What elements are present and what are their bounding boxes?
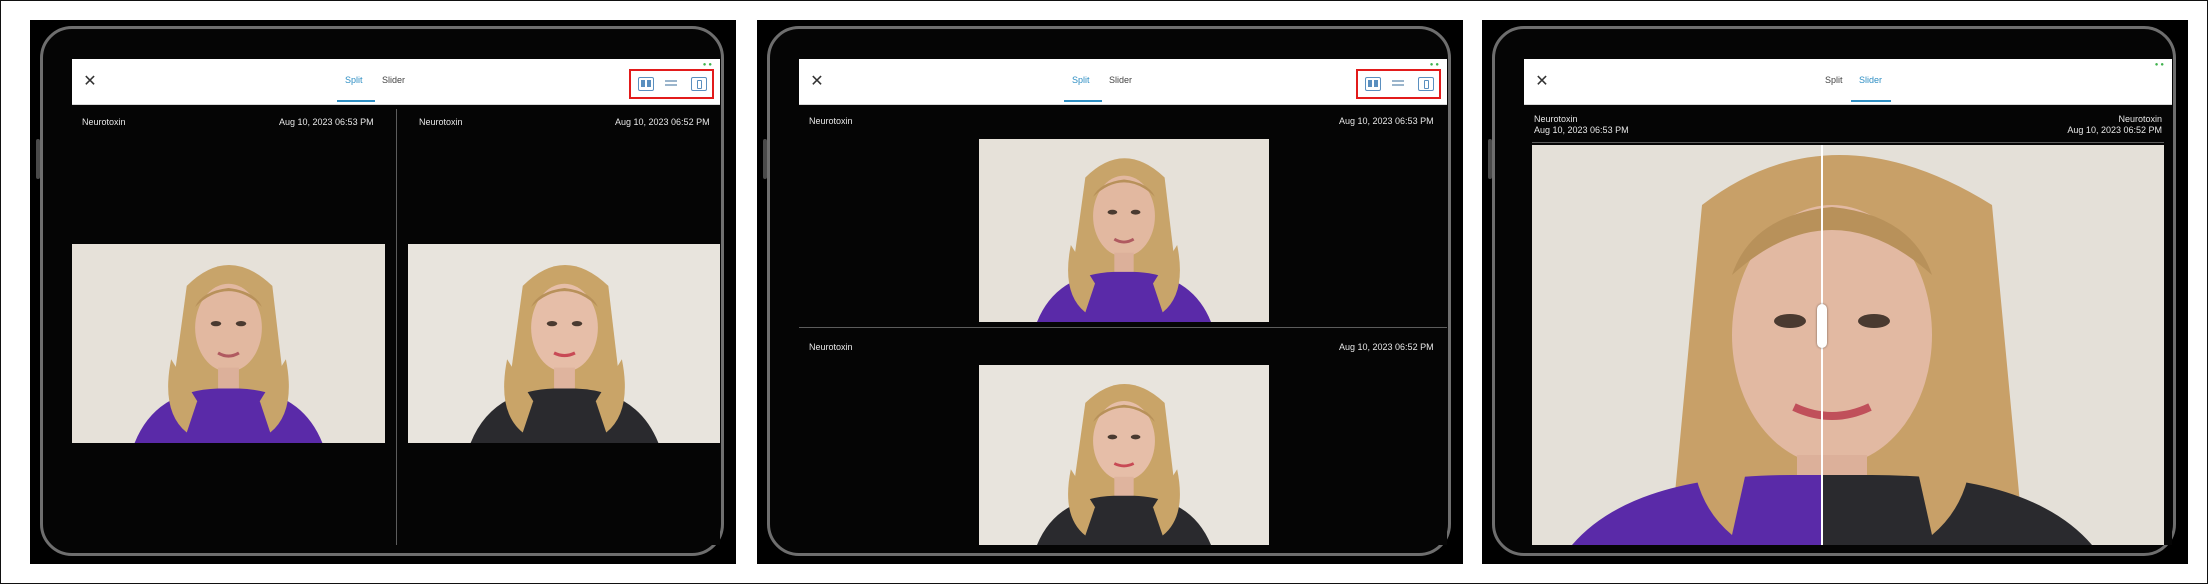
bottom-photo-label: Neurotoxin	[809, 342, 853, 352]
share-icon[interactable]	[1418, 77, 1434, 91]
stacked-layout-icon[interactable]	[1390, 77, 1406, 91]
left-photo-date: Aug 10, 2023 06:53 PM	[1534, 125, 1629, 135]
screenshot-panel-slider: ✕ Split Slider ●● Neurotoxin Aug 10, 202…	[1482, 20, 2188, 564]
stacked-layout-icon[interactable]	[663, 77, 679, 91]
screenshot-panel-split-horizontal: ✕ Split Slider ●● Neurotoxin Aug 10, 202…	[30, 20, 736, 564]
status-indicator-icon: ●●	[2154, 62, 2166, 68]
ipad-screen: ✕ Split Slider ●● Neurotoxin Aug 10, 202…	[799, 59, 1447, 545]
active-tab-underline	[1851, 100, 1891, 102]
right-photo-date: Aug 10, 2023 06:52 PM	[615, 117, 710, 127]
ipad-frame: ✕ Split Slider ●● Neurotoxin Aug 10, 202…	[36, 26, 724, 556]
status-indicator-icon: ●●	[1429, 62, 1441, 68]
top-toolbar: ✕ Split Slider ●●	[799, 59, 1447, 105]
right-photo-label: Neurotoxin	[419, 117, 463, 127]
tab-split[interactable]: Split	[1070, 75, 1092, 85]
split-divider	[396, 109, 397, 545]
view-mode-tabs: Split Slider	[799, 59, 1447, 104]
status-indicator-icon: ●●	[702, 62, 714, 68]
header-divider	[1532, 142, 2164, 143]
top-photo-label: Neurotoxin	[809, 116, 853, 126]
top-toolbar: ✕ Split Slider ●●	[72, 59, 720, 105]
tab-slider[interactable]: Slider	[1857, 75, 1884, 85]
view-mode-tabs: Split Slider	[72, 59, 720, 104]
active-tab-underline	[337, 100, 375, 102]
right-photo-label: Neurotoxin	[2118, 114, 2162, 124]
view-mode-tabs: Split Slider	[1524, 59, 2172, 104]
share-icon[interactable]	[691, 77, 707, 91]
bottom-photo-date: Aug 10, 2023 06:52 PM	[1339, 342, 1434, 352]
ipad-screen: ✕ Split Slider ●● Neurotoxin Aug 10, 202…	[1524, 59, 2172, 545]
ipad-side-button	[36, 139, 40, 179]
before-photo	[979, 139, 1269, 322]
ipad-frame: ✕ Split Slider ●● Neurotoxin Aug 10, 202…	[763, 26, 1451, 556]
side-by-side-layout-icon[interactable]	[638, 77, 654, 91]
slider-comparison-photo	[1532, 145, 2164, 545]
ipad-frame: ✕ Split Slider ●● Neurotoxin Aug 10, 202…	[1488, 26, 2176, 556]
layout-tools-highlight	[1356, 69, 1441, 99]
right-photo-date: Aug 10, 2023 06:52 PM	[2067, 125, 2162, 135]
after-photo	[408, 244, 720, 443]
top-photo-date: Aug 10, 2023 06:53 PM	[1339, 116, 1434, 126]
side-by-side-layout-icon[interactable]	[1365, 77, 1381, 91]
left-photo-label: Neurotoxin	[82, 117, 126, 127]
tab-slider[interactable]: Slider	[380, 75, 407, 85]
active-tab-underline	[1064, 100, 1102, 102]
slider-handle[interactable]	[1817, 304, 1827, 348]
tab-split[interactable]: Split	[343, 75, 365, 85]
tab-split[interactable]: Split	[1823, 75, 1845, 85]
split-divider	[799, 327, 1447, 328]
screenshot-panel-split-vertical: ✕ Split Slider ●● Neurotoxin Aug 10, 202…	[757, 20, 1463, 564]
layout-tools-highlight	[629, 69, 714, 99]
after-photo	[979, 365, 1269, 545]
left-photo-date: Aug 10, 2023 06:53 PM	[279, 117, 374, 127]
ipad-side-button	[763, 139, 767, 179]
ipad-screen: ✕ Split Slider ●● Neurotoxin Aug 10, 202…	[72, 59, 720, 545]
ipad-side-button	[1488, 139, 1492, 179]
before-photo	[72, 244, 385, 443]
left-photo-label: Neurotoxin	[1534, 114, 1578, 124]
top-toolbar: ✕ Split Slider ●●	[1524, 59, 2172, 105]
tab-slider[interactable]: Slider	[1107, 75, 1134, 85]
